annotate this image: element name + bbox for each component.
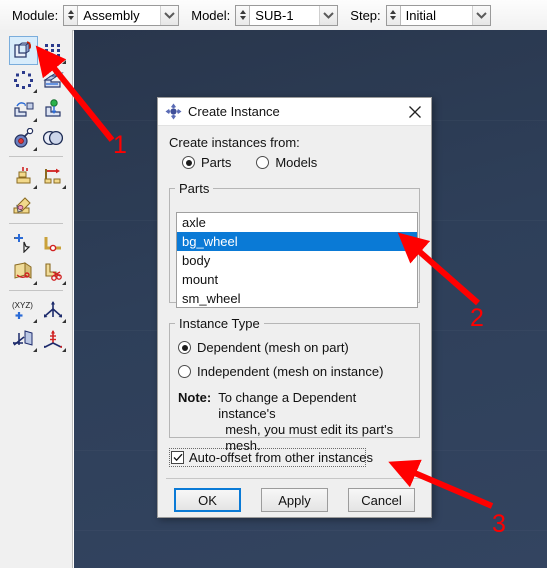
step-combobox[interactable]: Initial — [385, 4, 491, 26]
note-label: Note: — [178, 390, 212, 405]
dialog-title: Create Instance — [188, 104, 280, 119]
toolbar-row — [9, 161, 67, 190]
dialog-titlebar[interactable]: Create Instance — [158, 98, 431, 126]
toolbar-separator — [9, 290, 63, 291]
create-datum-point-icon[interactable] — [9, 228, 38, 257]
linear-pattern-icon[interactable] — [38, 36, 67, 65]
spinner-icon[interactable] — [64, 5, 79, 25]
close-icon[interactable] — [398, 98, 431, 125]
create-partition-icon[interactable] — [9, 257, 38, 286]
radio-source-parts[interactable]: Parts — [182, 155, 231, 170]
cut-partition-icon[interactable] — [38, 257, 67, 286]
toolbar-row — [9, 36, 67, 65]
radio-dependent-label: Dependent (mesh on part) — [197, 340, 349, 355]
toolbar-row — [9, 65, 67, 94]
parts-list[interactable]: axle bg_wheel body mount sm_wheel — [176, 212, 418, 308]
annotation-number-3: 3 — [492, 510, 506, 538]
cancel-button[interactable]: Cancel — [348, 488, 415, 512]
parts-group-legend: Parts — [179, 181, 210, 196]
svg-text:(XYZ): (XYZ) — [12, 301, 33, 310]
datum-plane-icon[interactable] — [9, 324, 38, 353]
chevron-down-icon[interactable] — [319, 5, 338, 25]
toolbar-row — [9, 190, 67, 219]
radio-button-icon[interactable] — [182, 156, 195, 169]
datum-csys-icon[interactable] — [38, 324, 67, 353]
radio-source-parts-label: Parts — [201, 155, 232, 170]
create-datum-axis-icon[interactable] — [38, 228, 67, 257]
toolbar-row — [9, 94, 67, 123]
dialog-button-row: OK Apply Cancel — [158, 479, 431, 512]
annotation-number-1: 1 — [113, 131, 127, 159]
radial-pattern-icon[interactable] — [9, 65, 38, 94]
spinner-icon[interactable] — [236, 5, 251, 25]
toolbar-separator — [9, 156, 63, 157]
toolbar-row — [9, 123, 67, 152]
list-item[interactable]: sm_wheel — [177, 289, 417, 307]
toolbar-row — [9, 324, 67, 353]
assembly-module-toolbar[interactable]: (XYZ) — [0, 30, 73, 568]
step-label: Step: — [350, 7, 381, 23]
note-text: To change a Dependent instance's mesh, y… — [218, 390, 411, 454]
edit-feature-icon[interactable] — [9, 190, 38, 219]
annotation-number-2: 2 — [470, 304, 484, 332]
ok-button[interactable]: OK — [174, 488, 241, 512]
merge-cut-instances-icon[interactable] — [38, 123, 67, 152]
toolbar-row — [9, 257, 67, 286]
apply-button[interactable]: Apply — [261, 488, 328, 512]
parts-list-selected-item[interactable]: bg_wheel — [177, 232, 417, 251]
translate-instance-icon[interactable] — [38, 65, 67, 94]
instance-type-group: Instance Type Dependent (mesh on part) I… — [169, 316, 420, 453]
note-line-2: mesh, you must edit its part's mesh. — [225, 422, 394, 453]
position-constraint-icon[interactable] — [9, 123, 38, 152]
create-constraint-icon[interactable] — [9, 161, 38, 190]
module-value: Assembly — [83, 7, 140, 23]
model-label: Model: — [191, 7, 231, 23]
context-bar: Module: Assembly Model: SUB-1 Step: Init… — [0, 0, 547, 31]
instance-type-legend: Instance Type — [179, 316, 260, 331]
radio-button-icon[interactable] — [256, 156, 270, 169]
abaqus-diamond-icon — [165, 103, 182, 120]
translate-to-icon[interactable] — [38, 94, 67, 123]
toolbar-row: (XYZ) — [9, 295, 67, 324]
radio-source-models[interactable]: Models — [256, 155, 317, 170]
datum-axis-icon[interactable] — [38, 295, 67, 324]
step-value: Initial — [405, 7, 436, 23]
model-value: SUB-1 — [255, 7, 294, 23]
create-instance-icon[interactable] — [9, 36, 38, 65]
parts-group: Parts axle bg_wheel body mount sm_wheel — [169, 181, 420, 308]
radio-independent[interactable]: Independent (mesh on instance) — [178, 364, 411, 379]
note-line-1: To change a Dependent instance's — [218, 390, 357, 421]
datum-point-xyz-icon[interactable]: (XYZ) — [9, 295, 38, 324]
spinner-icon[interactable] — [386, 5, 401, 25]
create-instance-dialog[interactable]: Create Instance Create instances from: P… — [157, 97, 432, 518]
radio-source-models-label: Models — [275, 155, 318, 170]
list-item[interactable]: axle — [177, 213, 417, 232]
module-combobox[interactable]: Assembly — [63, 4, 180, 26]
module-label: Module: — [12, 7, 59, 23]
radio-button-icon[interactable] — [178, 365, 191, 378]
radio-independent-label: Independent (mesh on instance) — [197, 364, 384, 379]
create-instances-from-label: Create instances from: — [169, 135, 300, 150]
chevron-down-icon[interactable] — [160, 5, 179, 25]
list-item[interactable]: mount — [177, 270, 417, 289]
convert-constraint-icon[interactable] — [38, 161, 67, 190]
toolbar-row — [9, 228, 67, 257]
chevron-down-icon[interactable] — [471, 5, 490, 25]
list-item[interactable]: body — [177, 251, 417, 270]
model-combobox[interactable]: SUB-1 — [235, 4, 339, 26]
toolbar-separator — [9, 223, 63, 224]
rotate-instance-icon[interactable] — [9, 94, 38, 123]
instance-type-note: Note: To change a Dependent instance's m… — [178, 390, 411, 454]
radio-dependent[interactable]: Dependent (mesh on part) — [178, 340, 411, 355]
radio-button-icon[interactable] — [178, 341, 191, 354]
